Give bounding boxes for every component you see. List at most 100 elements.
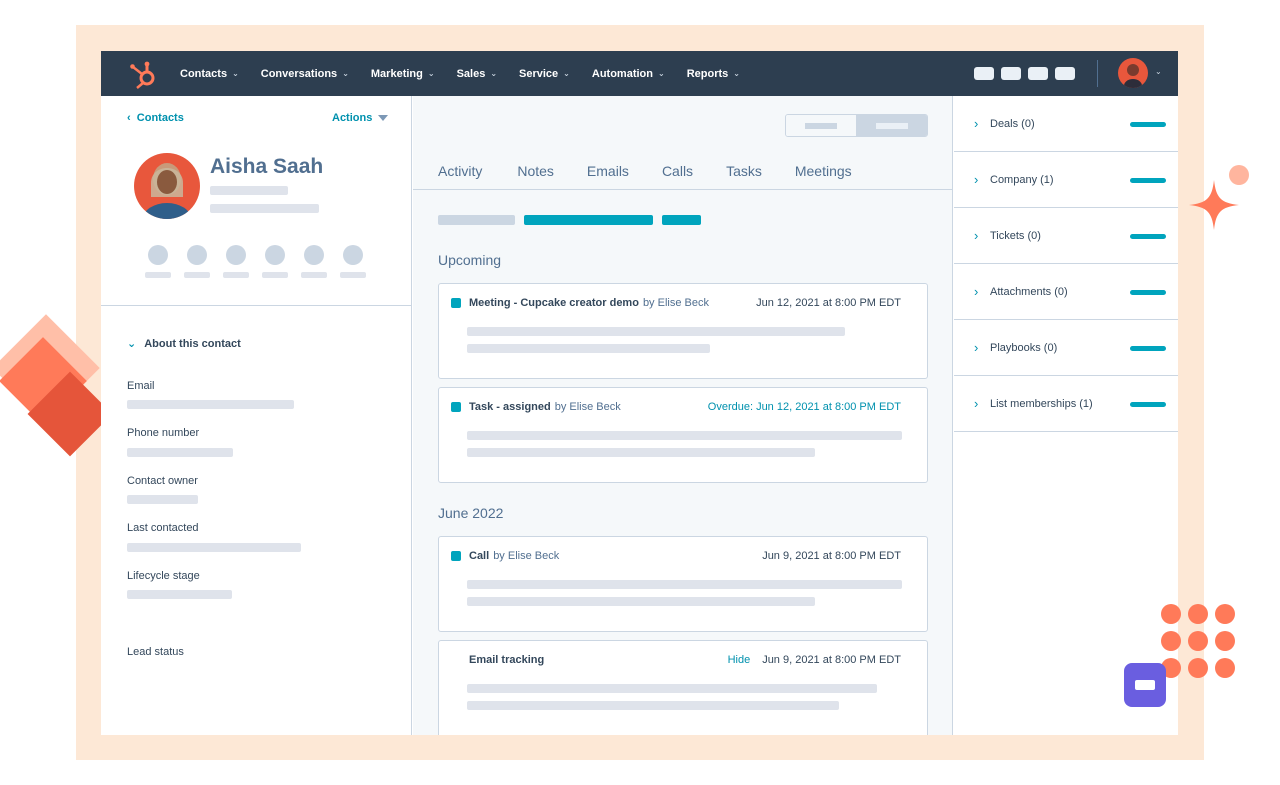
chevron-down-icon: ⌄ (427, 69, 435, 78)
utility-icon[interactable] (1001, 67, 1021, 80)
divider (101, 305, 412, 306)
tab-tasks[interactable]: Tasks (726, 163, 762, 179)
sidebar-item-attachments[interactable]: › Attachments (0) (954, 264, 1178, 320)
timeline-card-email[interactable]: Email tracking Hide Jun 9, 2021 at 8:00 … (438, 640, 928, 735)
chat-widget-button[interactable] (1124, 663, 1166, 707)
quick-action-button[interactable] (223, 245, 249, 278)
placeholder-bar (467, 701, 839, 710)
nav-item-automation[interactable]: Automation ⌄ (592, 68, 665, 80)
filter-chip[interactable] (438, 215, 515, 225)
placeholder-bar (210, 204, 319, 213)
card-header: Email tracking Hide Jun 9, 2021 at 8:00 … (469, 654, 901, 666)
card-title: Meeting - Cupcake creator demo (469, 297, 639, 309)
tab-meetings[interactable]: Meetings (795, 163, 852, 179)
tab-activity[interactable]: Activity (438, 163, 482, 179)
card-title: Email tracking (469, 654, 545, 666)
sidebar-item-company[interactable]: › Company (1) (954, 152, 1178, 208)
nav-item-label: Reports (686, 67, 729, 80)
utility-icon[interactable] (974, 67, 994, 80)
caret-down-icon (378, 115, 389, 122)
nav-item-contacts[interactable]: Contacts ⌄ (180, 68, 239, 80)
nav-item-service[interactable]: Service ⌄ (519, 68, 570, 80)
view-toggle (785, 114, 928, 137)
about-label: About this contact (144, 338, 241, 350)
sidebar-item-label: Playbooks (0) (990, 341, 1058, 354)
hide-link[interactable]: Hide (728, 654, 751, 666)
status-indicator (1130, 178, 1166, 183)
decorative-dot (1229, 165, 1249, 185)
sidebar-item-playbooks[interactable]: › Playbooks (0) (954, 320, 1178, 376)
section-title-upcoming: Upcoming (438, 252, 502, 268)
field-label-last-contacted: Last contacted (127, 522, 199, 534)
placeholder-bar (467, 344, 710, 353)
status-indicator (1130, 346, 1166, 351)
filter-chip-active[interactable] (524, 215, 653, 225)
sidebar-item-list-memberships[interactable]: › List memberships (1) (954, 376, 1178, 432)
nav-item-conversations[interactable]: Conversations ⌄ (261, 68, 349, 80)
tab-calls[interactable]: Calls (662, 163, 693, 179)
card-date: Jun 9, 2021 at 8:00 PM EDT (762, 654, 901, 666)
meeting-icon (451, 298, 461, 308)
quick-action-button[interactable] (301, 245, 327, 278)
lifecycle-value-placeholder[interactable] (127, 590, 232, 599)
timeline-card-call[interactable]: Call by Elise Beck Jun 9, 2021 at 8:00 P… (438, 536, 928, 632)
chevron-right-icon: › (974, 284, 979, 299)
status-indicator (1130, 234, 1166, 239)
chevron-down-icon[interactable]: ⌄ (1155, 67, 1162, 76)
actions-dropdown[interactable]: Actions (332, 112, 389, 124)
nav-item-marketing[interactable]: Marketing ⌄ (371, 68, 435, 80)
quick-action-button[interactable] (145, 245, 171, 278)
sidebar-item-label: Attachments (0) (990, 285, 1068, 298)
quick-action-button[interactable] (340, 245, 366, 278)
sidebar-item-label: Tickets (0) (990, 229, 1041, 242)
chevron-right-icon: › (974, 228, 979, 243)
timeline-card-task[interactable]: Task - assigned by Elise Beck Overdue: J… (438, 387, 928, 483)
owner-value-placeholder[interactable] (127, 495, 198, 504)
card-header: Meeting - Cupcake creator demo by Elise … (451, 297, 901, 309)
timeline-card-meeting[interactable]: Meeting - Cupcake creator demo by Elise … (438, 283, 928, 379)
field-label-owner: Contact owner (127, 475, 198, 487)
user-avatar[interactable] (1118, 58, 1148, 88)
card-title: Call (469, 550, 490, 562)
chevron-down-icon: ⌄ (563, 69, 570, 78)
email-value-placeholder[interactable] (127, 400, 294, 409)
sidebar-item-deals[interactable]: › Deals (0) (954, 96, 1178, 152)
view-toggle-option-active[interactable] (856, 115, 927, 136)
about-section-toggle[interactable]: ⌄ About this contact (127, 337, 241, 350)
phone-value-placeholder[interactable] (127, 448, 233, 457)
utility-icon[interactable] (1028, 67, 1048, 80)
chevron-right-icon: › (974, 116, 979, 131)
view-toggle-option[interactable] (786, 115, 856, 136)
hubspot-logo-icon[interactable] (129, 60, 159, 90)
back-to-contacts-link[interactable]: ‹ Contacts (127, 112, 184, 124)
placeholder-bar (467, 448, 815, 457)
section-title-june: June 2022 (438, 505, 504, 521)
quick-action-button[interactable] (184, 245, 210, 278)
quick-action-button[interactable] (262, 245, 288, 278)
nav-item-label: Conversations (260, 67, 338, 80)
activity-tabs: Activity Notes Emails Calls Tasks Meetin… (438, 163, 887, 179)
placeholder-bar (467, 431, 902, 440)
card-date: Jun 9, 2021 at 8:00 PM EDT (762, 550, 901, 562)
actions-label: Actions (332, 112, 373, 124)
chevron-down-icon: ⌄ (657, 69, 665, 78)
nav-item-label: Sales (456, 67, 486, 80)
back-link-label: Contacts (136, 112, 184, 124)
chevron-down-icon: ⌄ (127, 338, 137, 350)
field-label-lifecycle: Lifecycle stage (127, 570, 200, 582)
placeholder-bar (467, 597, 815, 606)
nav-item-reports[interactable]: Reports ⌄ (687, 68, 740, 80)
contact-avatar (134, 153, 200, 219)
sidebar-item-tickets[interactable]: › Tickets (0) (954, 208, 1178, 264)
filter-chip-active[interactable] (662, 215, 701, 225)
last-contacted-value-placeholder[interactable] (127, 543, 301, 552)
card-author: by Elise Beck (554, 401, 621, 413)
card-date-overdue: Overdue: Jun 12, 2021 at 8:00 PM EDT (707, 401, 901, 413)
contact-profile-panel: ‹ Contacts Actions Aisha Saah ⌄ About th… (101, 96, 412, 735)
nav-item-sales[interactable]: Sales ⌄ (457, 68, 497, 80)
tab-notes[interactable]: Notes (517, 163, 554, 179)
utility-icon[interactable] (1055, 67, 1075, 80)
tab-emails[interactable]: Emails (587, 163, 629, 179)
chevron-down-icon: ⌄ (232, 69, 239, 78)
nav-item-label: Contacts (180, 67, 228, 80)
